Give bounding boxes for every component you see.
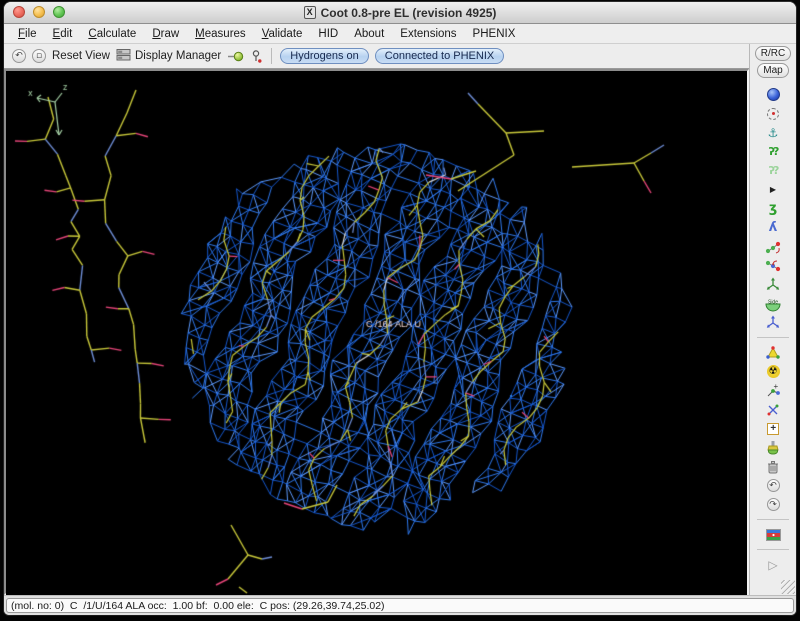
hydrogens-toggle[interactable]: Hydrogens on (280, 48, 369, 64)
reset-view-button[interactable]: Reset View (52, 50, 110, 62)
redo-icon[interactable]: ↷ (762, 496, 784, 513)
fixed-atoms-anchor-icon[interactable]: ⚓ (762, 124, 784, 141)
rrc-button[interactable]: R/RC (755, 46, 791, 61)
menu-hid[interactable]: HID (310, 27, 346, 41)
menu-bar: FileEditCalculateDrawMeasuresValidateHID… (4, 24, 796, 44)
sidebar-separator (757, 337, 789, 338)
rot-trans-zone-icon[interactable]: ʔ? (762, 162, 784, 179)
torsion-general-icon[interactable] (762, 238, 784, 255)
modelling-icon-column: ⚓ ʔ? ʔ? ▶ ʒʎ Side ☢ + + ↶ ↷ ▷ (750, 86, 796, 573)
add-terminal-residue-icon[interactable]: + (762, 382, 784, 399)
status-bar: (mol. no: 0) C /1/U/164 ALA occ: 1.00 bf… (4, 595, 796, 615)
menu-phenix[interactable]: PHENIX (465, 27, 524, 41)
minimize-button[interactable] (33, 6, 45, 18)
menu-validate[interactable]: Validate (254, 27, 311, 41)
clear-pending-icon[interactable] (762, 439, 784, 456)
display-manager-button[interactable]: Display Manager (116, 49, 221, 64)
x11-app-icon: X (304, 6, 316, 19)
backrub-rotamer-icon[interactable] (762, 314, 784, 331)
right-sidebar: R/RC Map ⚓ ʔ? ʔ? ▶ ʒʎ Side ☢ + + ↶ ↷ ▷ (749, 44, 796, 595)
gl-viewport-frame (4, 69, 749, 595)
place-atom-icon[interactable]: + (762, 420, 784, 437)
green-ball-arrow-button[interactable] (227, 50, 244, 63)
reset-view-label: Reset View (52, 50, 110, 62)
resize-grip[interactable] (781, 580, 795, 594)
play-icon[interactable]: ▷ (762, 556, 784, 573)
menu-file[interactable]: File (10, 27, 45, 41)
zoom-button[interactable] (53, 6, 65, 18)
coot-window: X Coot 0.8-pre EL (revision 4925) FileEd… (4, 2, 796, 615)
rigid-body-fit-icon[interactable]: ʔ? (762, 143, 784, 160)
mutate-autofit-icon[interactable] (762, 344, 784, 361)
main-toolbar: ↶ ▫ Reset View Display Manager Hydrogens… (4, 44, 749, 69)
run-refmac-icon[interactable] (762, 526, 784, 543)
sidebar-separator (757, 519, 789, 520)
sidebar-separator (757, 549, 789, 550)
delete-item-icon[interactable] (762, 458, 784, 475)
flip-peptide-icon[interactable] (762, 257, 784, 274)
jed-flip-icon[interactable] (762, 276, 784, 293)
refine-sphere-icon[interactable] (762, 86, 784, 103)
title-bar[interactable]: X Coot 0.8-pre EL (revision 4925) (4, 2, 796, 24)
menu-measures[interactable]: Measures (187, 27, 254, 41)
window-title: X Coot 0.8-pre EL (revision 4925) (304, 6, 497, 20)
add-alt-conf-icon[interactable] (762, 401, 784, 418)
menu-draw[interactable]: Draw (144, 27, 187, 41)
menu-calculate[interactable]: Calculate (80, 27, 144, 41)
menu-edit[interactable]: Edit (45, 27, 81, 41)
phenix-connection-badge[interactable]: Connected to PHENIX (375, 48, 504, 64)
svg-text:+: + (774, 383, 779, 391)
rotamers-icon[interactable]: ʒ (762, 200, 784, 217)
stick-figure-button[interactable] (250, 49, 263, 64)
display-manager-label: Display Manager (135, 50, 221, 62)
window-title-text: Coot 0.8-pre EL (revision 4925) (321, 6, 497, 20)
status-text: (mol. no: 0) C /1/U/164 ALA occ: 1.00 bf… (11, 600, 385, 612)
content-row: ↶ ▫ Reset View Display Manager Hydrogens… (4, 44, 796, 595)
edit-chi-angles-icon[interactable]: ʎ (762, 219, 784, 236)
toolbar-separator (271, 48, 272, 64)
simple-mutate-icon[interactable]: ☢ (762, 363, 784, 380)
menu-extensions[interactable]: Extensions (392, 27, 464, 41)
undo-icon[interactable]: ↶ (762, 477, 784, 494)
gl-canvas-3d-view[interactable] (6, 71, 747, 597)
window-controls (13, 6, 65, 18)
regularize-icon[interactable] (762, 105, 784, 122)
svg-text:Side: Side (768, 299, 778, 305)
map-button[interactable]: Map (757, 63, 788, 78)
menu-about[interactable]: About (346, 27, 392, 41)
view-center-button[interactable]: ▫ (32, 49, 46, 63)
close-button[interactable] (13, 6, 25, 18)
left-column: ↶ ▫ Reset View Display Manager Hydrogens… (4, 44, 749, 595)
view-back-button[interactable]: ↶ (12, 49, 26, 63)
display-manager-icon (116, 49, 131, 64)
side-chain-flip-icon[interactable]: Side (762, 295, 784, 312)
expander-arrow-icon[interactable]: ▶ (762, 181, 784, 198)
status-field: (mol. no: 0) C /1/U/164 ALA occ: 1.00 bf… (6, 598, 794, 613)
